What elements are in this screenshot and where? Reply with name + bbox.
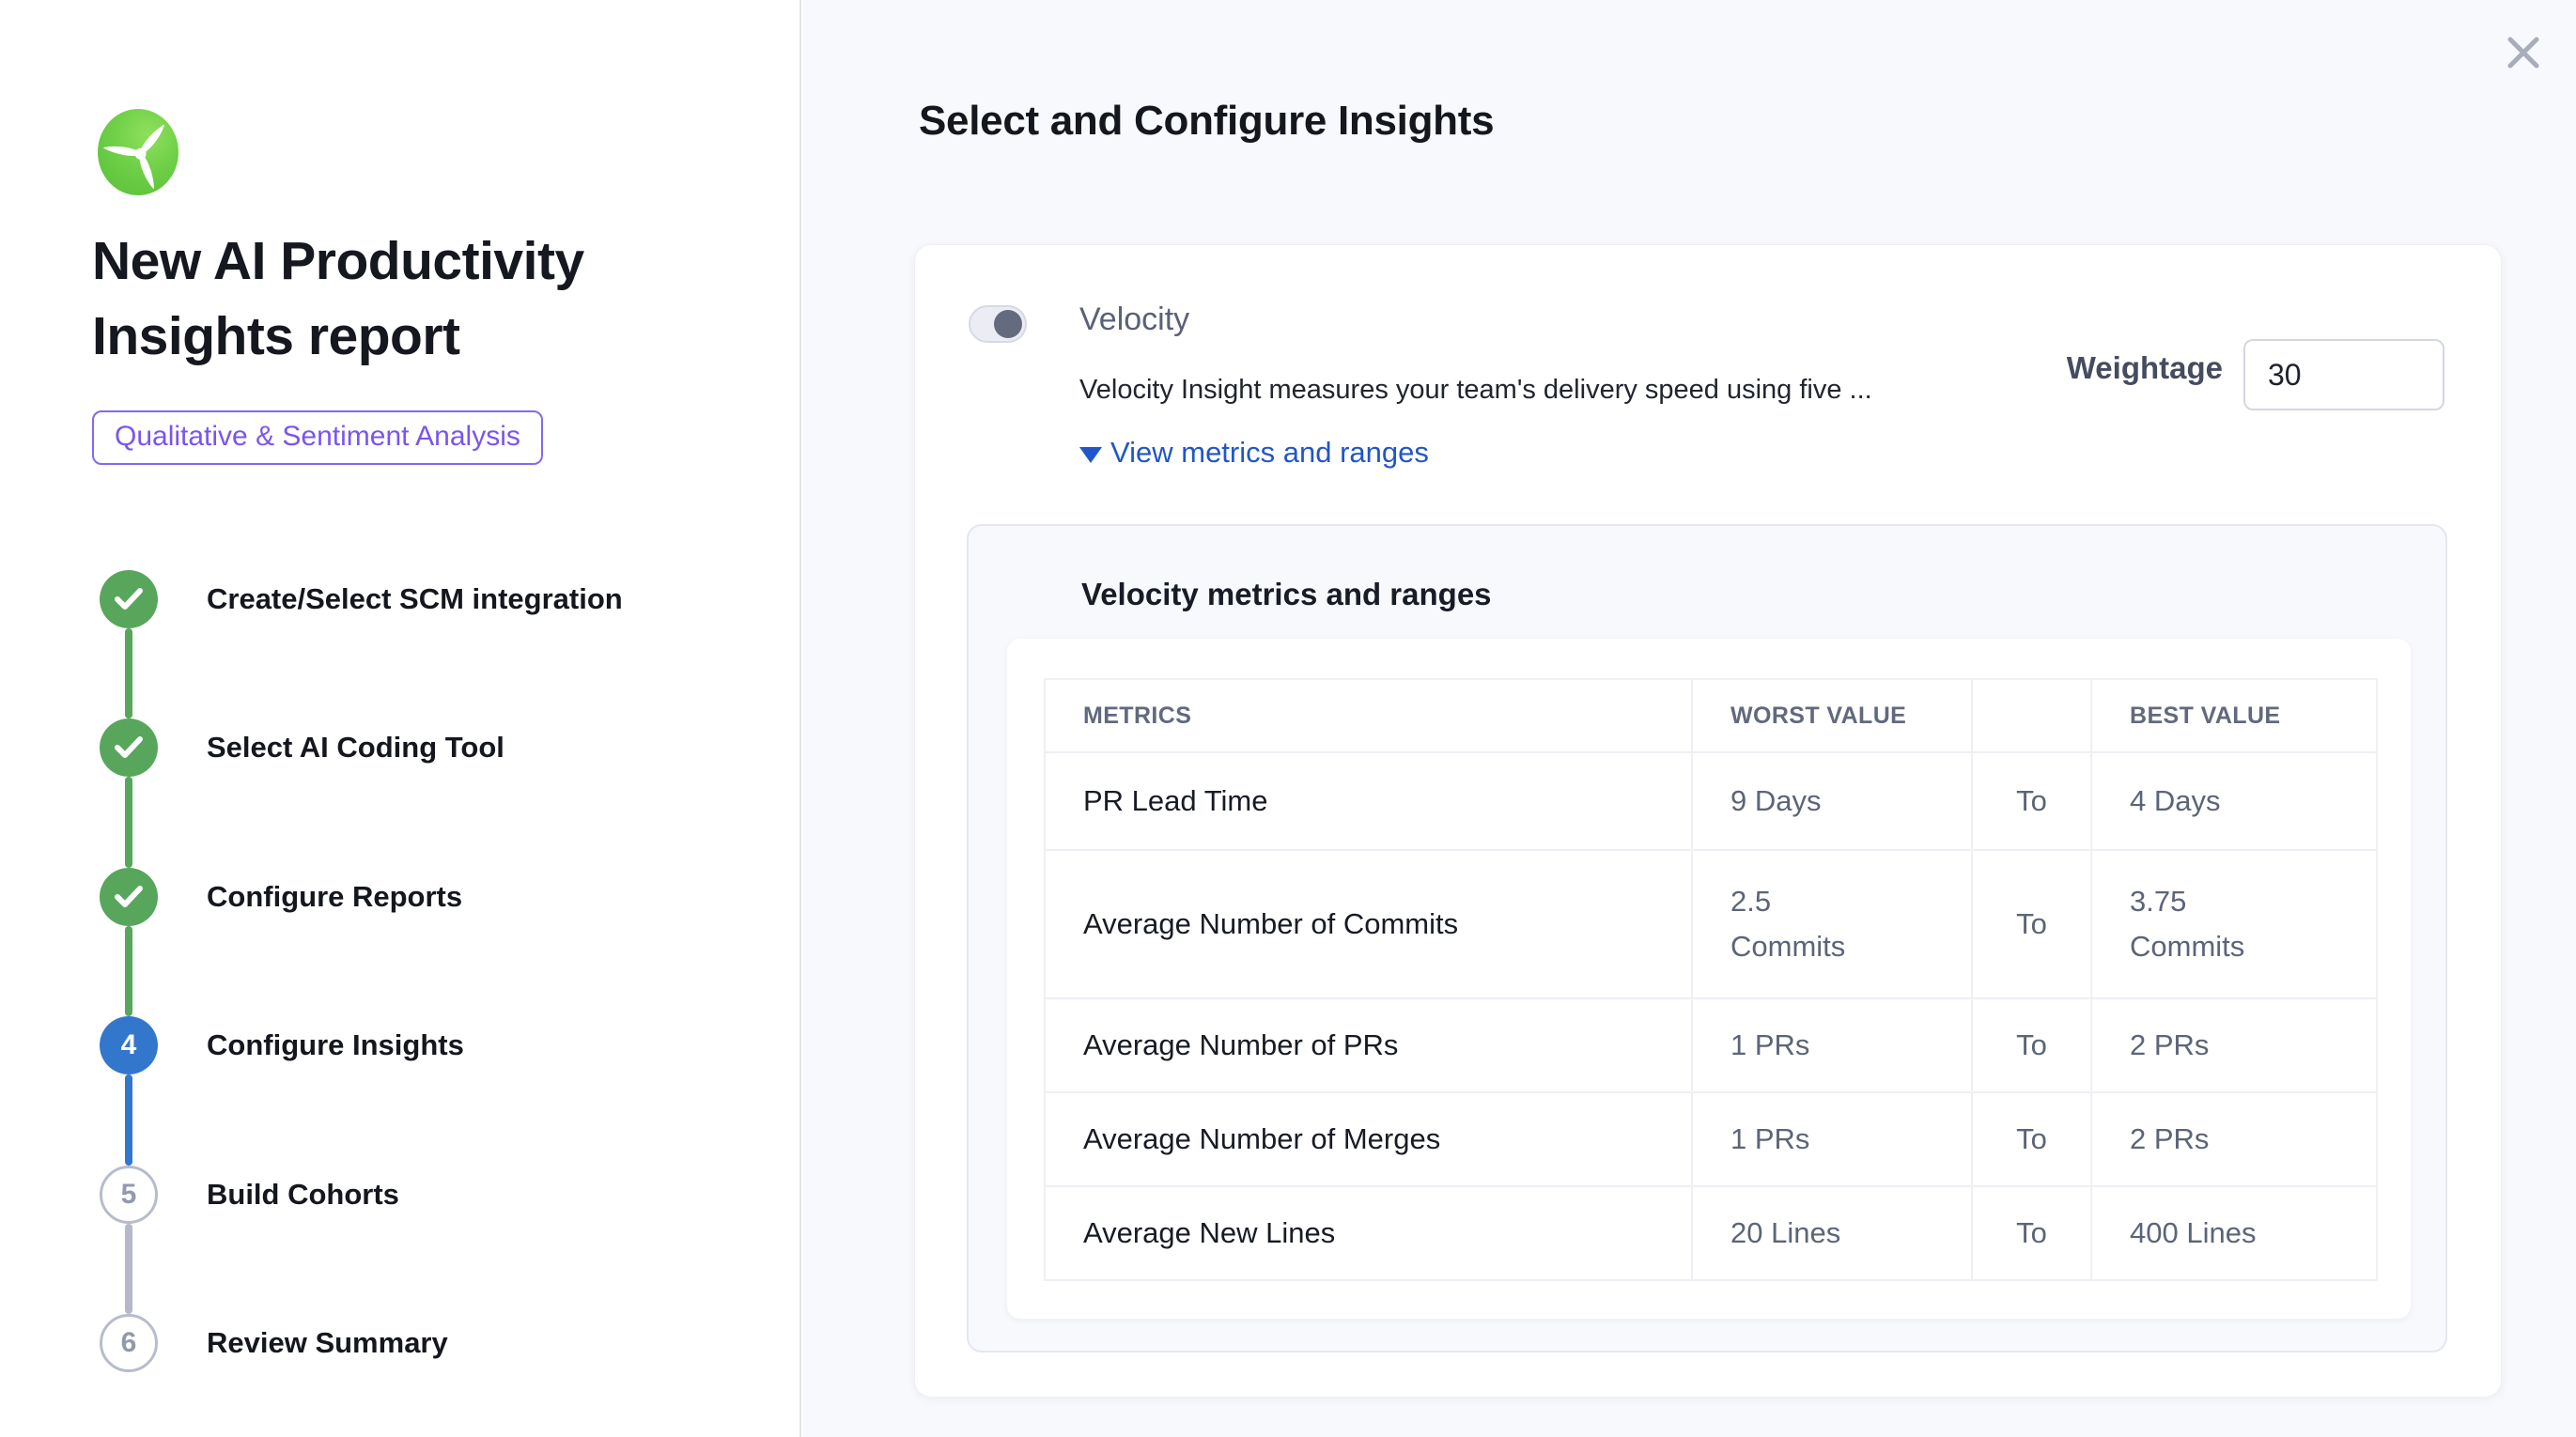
- close-icon[interactable]: [2499, 28, 2548, 77]
- dialog-title: Select and Configure Insights: [919, 98, 1494, 145]
- metrics-panel-heading: Velocity metrics and ranges: [1081, 577, 1492, 612]
- metric-to: To: [1972, 1092, 2091, 1186]
- metric-value: 2.5 Commits: [1692, 850, 1972, 998]
- col-header-spacer: [1972, 679, 2091, 752]
- velocity-insight-card: Velocity Velocity Insight measures your …: [914, 244, 2502, 1398]
- weightage-label: Weightage: [2067, 350, 2223, 386]
- col-header-worst-value: WORST VALUE: [1692, 679, 1972, 752]
- metric-value: 20 Lines: [1692, 1186, 1972, 1280]
- table-row: Average Number of Merges1 PRsTo2 PRs: [1045, 1092, 2377, 1186]
- metrics-table-body: PR Lead Time9 DaysTo4 DaysAverage Number…: [1045, 752, 2377, 1280]
- metric-value: 1 PRs: [1692, 1092, 1972, 1186]
- step-connector: [125, 1224, 132, 1314]
- step-number: 6: [100, 1314, 158, 1372]
- step-label: Build Cohorts: [207, 1178, 399, 1212]
- weightage-input[interactable]: [2243, 339, 2444, 410]
- step-label: Select AI Coding Tool: [207, 731, 504, 765]
- table-row: Average Number of Commits2.5 CommitsTo3.…: [1045, 850, 2377, 998]
- insight-description: Velocity Insight measures your team's de…: [1079, 375, 1872, 406]
- toggle-knob: [994, 310, 1022, 338]
- step-connector: [125, 628, 132, 718]
- velocity-toggle[interactable]: [969, 305, 1027, 343]
- metric-to: To: [1972, 1186, 2091, 1280]
- table-row: Average New Lines20 LinesTo400 Lines: [1045, 1186, 2377, 1280]
- metric-value: 400 Lines: [2091, 1186, 2377, 1280]
- sidebar-step-6[interactable]: 6 Review Summary: [100, 1314, 448, 1372]
- metric-value: 2 PRs: [2091, 998, 2377, 1092]
- step-label: Configure Insights: [207, 1028, 464, 1062]
- wizard-stepper: Create/Select SCM integration Select AI C…: [0, 0, 801, 1437]
- step-number: 5: [100, 1166, 158, 1224]
- col-header-metrics: METRICS: [1045, 679, 1692, 752]
- table-header-row: METRICS WORST VALUE BEST VALUE: [1045, 679, 2377, 752]
- step-number: 4: [100, 1016, 158, 1074]
- metric-to: To: [1972, 752, 2091, 850]
- step-label: Review Summary: [207, 1326, 448, 1360]
- metrics-table: METRICS WORST VALUE BEST VALUE PR Lead T…: [1044, 678, 2378, 1281]
- view-metrics-link[interactable]: View metrics and ranges: [1079, 436, 1429, 470]
- table-row: PR Lead Time9 DaysTo4 Days: [1045, 752, 2377, 850]
- metric-name: Average Number of PRs: [1045, 998, 1692, 1092]
- table-row: Average Number of PRs1 PRsTo2 PRs: [1045, 998, 2377, 1092]
- insights-dialog: Select and Configure Insights Velocity V…: [803, 0, 2576, 1437]
- metric-name: Average New Lines: [1045, 1186, 1692, 1280]
- check-icon: [100, 868, 158, 926]
- metric-value: 2 PRs: [2091, 1092, 2377, 1186]
- metric-to: To: [1972, 998, 2091, 1092]
- metric-name: Average Number of Merges: [1045, 1092, 1692, 1186]
- step-connector: [125, 777, 132, 868]
- step-label: Configure Reports: [207, 880, 462, 914]
- sidebar-step-5[interactable]: 5 Build Cohorts: [100, 1166, 399, 1224]
- check-icon: [100, 718, 158, 777]
- step-label: Create/Select SCM integration: [207, 582, 623, 616]
- metric-value: 3.75 Commits: [2091, 850, 2377, 998]
- wizard-sidebar: New AI Productivity Insights report Qual…: [0, 0, 801, 1437]
- metric-name: Average Number of Commits: [1045, 850, 1692, 998]
- sidebar-step-2[interactable]: Select AI Coding Tool: [100, 718, 504, 777]
- check-icon: [100, 570, 158, 628]
- step-connector: [125, 1074, 132, 1166]
- metric-value: 4 Days: [2091, 752, 2377, 850]
- metric-to: To: [1972, 850, 2091, 998]
- metric-name: PR Lead Time: [1045, 752, 1692, 850]
- sidebar-step-4[interactable]: 4 Configure Insights: [100, 1016, 464, 1074]
- metric-value: 1 PRs: [1692, 998, 1972, 1092]
- sidebar-step-1[interactable]: Create/Select SCM integration: [100, 570, 623, 628]
- velocity-metrics-panel: Velocity metrics and ranges METRICS WORS…: [967, 524, 2447, 1352]
- sidebar-step-3[interactable]: Configure Reports: [100, 868, 462, 926]
- step-connector: [125, 926, 132, 1016]
- caret-down-icon: [1079, 447, 1102, 463]
- col-header-best-value: BEST VALUE: [2091, 679, 2377, 752]
- insight-name: Velocity: [1079, 301, 1189, 338]
- view-metrics-link-label: View metrics and ranges: [1110, 436, 1429, 470]
- metrics-table-card: METRICS WORST VALUE BEST VALUE PR Lead T…: [1007, 639, 2411, 1319]
- metric-value: 9 Days: [1692, 752, 1972, 850]
